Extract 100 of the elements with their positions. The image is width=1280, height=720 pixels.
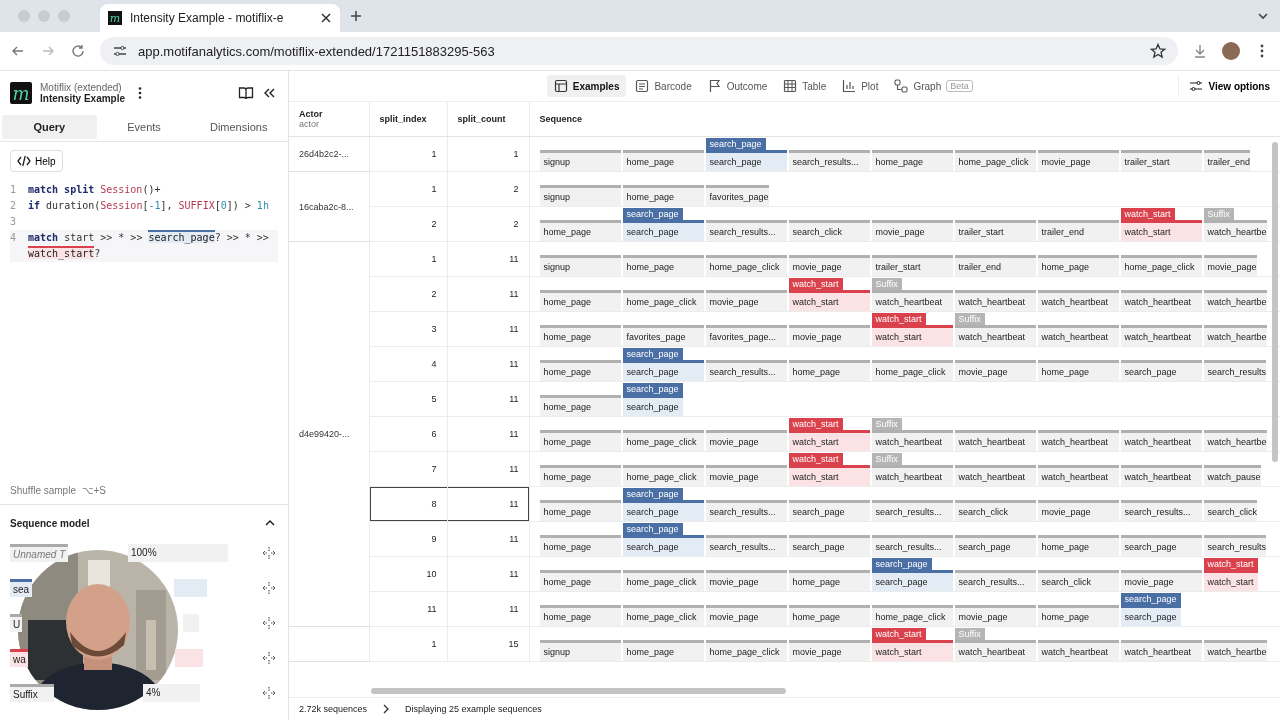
view-tab[interactable]: Graph Beta: [887, 75, 980, 97]
match-tag: search_page: [622, 382, 683, 395]
section-title: Sequence model: [10, 517, 90, 529]
column-subheader: actor: [299, 119, 320, 129]
panel-tab[interactable]: Query: [2, 115, 97, 139]
match-tag: watch_start: [1120, 207, 1175, 220]
avatar[interactable]: [1222, 42, 1240, 60]
address-bar[interactable]: app.motifanalytics.com/motiflix-extended/1721151883295-563: [100, 37, 1178, 65]
match-tag: Suffix: [954, 312, 985, 325]
match-tag: watch_start: [788, 277, 843, 290]
share-bar: [175, 648, 203, 667]
star-icon[interactable]: [1150, 43, 1166, 59]
graph-icon: [894, 79, 909, 93]
line-number: 2: [10, 199, 16, 213]
code-line: if duration(Session[-1], SUFFIX[0]) > 1h: [28, 199, 270, 213]
move-icon[interactable]: [262, 615, 276, 630]
column-header[interactable]: Sequence: [539, 114, 1279, 124]
analysis-name: Intensity Example: [40, 93, 126, 104]
share-bar: 4%: [143, 683, 200, 702]
model-step[interactable]: Suffix: [10, 683, 54, 702]
code-line: match split Session()+: [28, 183, 162, 197]
model-step[interactable]: Unnamed T: [10, 543, 68, 562]
shuffle-sample-link[interactable]: Shuffle sample ⌥+S: [10, 485, 278, 496]
view-tab[interactable]: Examples: [546, 75, 627, 97]
table-cell: 9: [431, 534, 437, 544]
new-tab-icon[interactable]: [350, 10, 362, 22]
match-tag: search_page: [1120, 592, 1181, 605]
query-editor[interactable]: 1 match split Session()+ 2 if duration(Session[-1], SUFFIX[0]) > 1h 3 4 match start >> * >> search_page? >> * >> watch_start?: [10, 182, 278, 262]
book-icon[interactable]: [238, 85, 254, 101]
list-icon: [635, 79, 650, 93]
match-tag: watch_start: [1203, 557, 1258, 570]
share-bar: 100%: [128, 543, 228, 562]
browser-tab[interactable]: m Intensity Example - motiflix-e: [100, 4, 340, 32]
table-cell: 1: [431, 639, 437, 649]
match-tag: Suffix: [1203, 207, 1234, 220]
code-icon: [17, 155, 31, 167]
line-number: 3: [10, 215, 16, 229]
sliders-icon: [1188, 79, 1203, 93]
panel-tab[interactable]: Dimensions: [191, 115, 286, 139]
view-tab[interactable]: Outcome: [700, 75, 775, 97]
match-tag: search_page: [622, 522, 683, 535]
view-tab[interactable]: Plot: [835, 75, 886, 97]
bar-chart-icon: [842, 79, 857, 93]
column-header[interactable]: split_count: [457, 114, 519, 124]
table-cell: 11: [509, 394, 519, 404]
table-cell: 11: [427, 604, 437, 614]
table-cell: 2: [513, 219, 519, 229]
project-name: Motiflix (extended): [40, 82, 122, 93]
column-header[interactable]: Actor: [299, 109, 359, 119]
scrollbar[interactable]: [1272, 142, 1278, 462]
download-icon[interactable]: [1192, 43, 1208, 59]
app-logo: m: [10, 82, 32, 104]
table-cell: 1: [431, 149, 437, 159]
site-settings-icon[interactable]: [112, 43, 128, 59]
table-cell: 11: [509, 499, 519, 509]
model-step[interactable]: U: [10, 613, 22, 632]
sequence-count: 2.72k sequences: [299, 704, 368, 714]
table-cell: 11: [509, 254, 519, 264]
move-icon[interactable]: [262, 685, 276, 700]
reload-icon[interactable]: [70, 43, 86, 59]
table-icon: [783, 79, 798, 93]
table-cell: 1: [431, 184, 437, 194]
table-cell: 1: [513, 149, 519, 159]
table-cell: 10: [426, 569, 437, 579]
layout-icon: [553, 79, 568, 93]
code-line: match start >> * >> search_page? >> * >> watch_start?: [28, 230, 270, 262]
model-step[interactable]: wa: [10, 648, 28, 667]
table-cell: 11: [509, 289, 519, 299]
favicon: m: [108, 11, 122, 25]
tab-title: Intensity Example - motiflix-e: [130, 11, 285, 25]
table-cell: 8: [431, 499, 437, 509]
view-options-button[interactable]: View options: [1177, 75, 1280, 97]
move-icon[interactable]: [262, 580, 276, 595]
scrollbar[interactable]: [371, 688, 786, 694]
match-tag: watch_start: [788, 417, 843, 430]
move-icon[interactable]: [262, 545, 276, 560]
match-tag: search_page: [622, 347, 683, 360]
table-cell: 11: [509, 604, 519, 614]
share-bar: [174, 578, 207, 597]
help-button[interactable]: Help: [10, 150, 63, 172]
match-tag: Suffix: [954, 627, 985, 640]
match-tag: Suffix: [871, 452, 902, 465]
collapse-icon[interactable]: [262, 86, 276, 100]
close-icon[interactable]: [320, 12, 332, 24]
table-cell: 11: [509, 569, 519, 579]
model-step[interactable]: sea: [10, 578, 32, 597]
match-tag: Suffix: [871, 277, 902, 290]
move-icon[interactable]: [262, 650, 276, 665]
table-cell: 15: [508, 639, 519, 649]
table-cell: 11: [509, 464, 519, 474]
view-tab[interactable]: Barcode: [628, 75, 699, 97]
view-tab[interactable]: Table: [776, 75, 834, 97]
match-tag: watch_start: [871, 312, 926, 325]
table-cell: 3: [431, 324, 437, 334]
table-cell: 4: [431, 359, 437, 369]
panel-tab[interactable]: Events: [96, 115, 192, 139]
line-number: 4: [10, 231, 16, 245]
actor-id: 26d4b2c2-...: [299, 149, 350, 159]
column-header[interactable]: split_index: [379, 114, 437, 124]
table-cell: 2: [513, 184, 519, 194]
